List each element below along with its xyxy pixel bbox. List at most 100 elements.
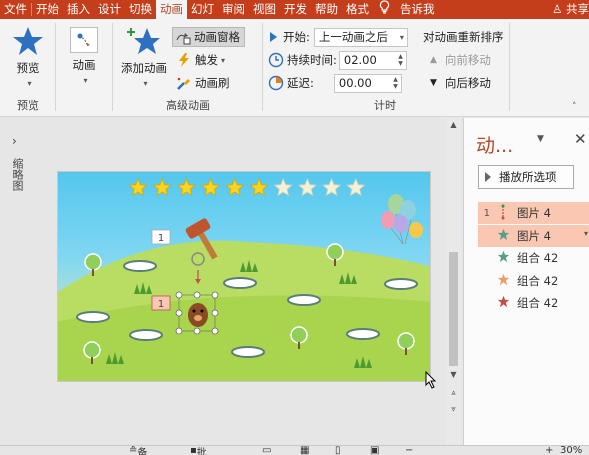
- slide-canvas[interactable]: 1 1: [57, 171, 431, 382]
- animation-order-number: 1: [483, 207, 490, 219]
- star-filled-icon: [176, 177, 196, 197]
- play-selected-button[interactable]: 播放所选项: [478, 165, 574, 189]
- star-rating: [128, 177, 366, 197]
- lightbulb-icon[interactable]: [373, 0, 396, 19]
- comments-button[interactable]: ▪ 批注: [190, 446, 207, 455]
- animation-tag-1[interactable]: 1: [151, 229, 171, 245]
- animation-list-item[interactable]: 组合 42: [478, 270, 589, 292]
- tab-view[interactable]: 视图: [249, 0, 280, 19]
- star-filled-icon: [128, 177, 148, 197]
- move-earlier-button[interactable]: ▲ 向前移动: [430, 50, 491, 70]
- slide-edit-area: 1 1: [37, 118, 445, 445]
- preview-button[interactable]: 预览 ▾: [8, 25, 48, 89]
- animation-list-item[interactable]: 图片 4: [478, 224, 589, 247]
- mole-image: [188, 303, 208, 327]
- notes-button[interactable]: ≙ 备注: [129, 446, 147, 455]
- tab-help[interactable]: 帮助: [311, 0, 342, 19]
- star-filled-icon: [249, 177, 269, 197]
- add-animation-button[interactable]: 添加动画 ▾: [118, 25, 170, 89]
- reading-view-icon[interactable]: ▯: [335, 446, 341, 455]
- play-icon: [270, 32, 277, 42]
- animation-item-label: 组合 42: [517, 296, 559, 310]
- ribbon-tabs: 文件 开始 插入 设计 切换 动画 幻灯 审阅 视图 开发 帮助 格式 告诉我 …: [0, 0, 589, 19]
- tab-insert[interactable]: 插入: [63, 0, 94, 19]
- animation-pane-title: 动...: [476, 135, 514, 157]
- scroll-up-icon[interactable]: ▲: [446, 120, 461, 129]
- tell-me-search[interactable]: 告诉我: [396, 0, 439, 19]
- animation-painter-button[interactable]: 动画刷: [176, 73, 230, 93]
- play-icon: [485, 172, 491, 182]
- zoom-out-icon[interactable]: −: [405, 446, 413, 455]
- zoom-in-icon[interactable]: +: [545, 446, 553, 455]
- star-empty-icon: [322, 177, 342, 197]
- spin-arrows-icon[interactable]: ▲ ▼: [398, 53, 403, 67]
- scroll-down-icon[interactable]: ▼: [446, 370, 461, 379]
- star-filled-icon: [201, 177, 221, 197]
- close-icon[interactable]: ✕: [574, 130, 587, 148]
- normal-view-icon[interactable]: ▭: [262, 446, 271, 455]
- mouse-cursor-icon: [425, 371, 437, 389]
- animation-list-item[interactable]: 组合 42: [478, 292, 589, 314]
- star-filled-icon: [225, 177, 245, 197]
- star-empty-icon: [273, 177, 293, 197]
- delay-clock-icon: [268, 75, 284, 91]
- start-select[interactable]: 上一动画之后 ▾: [313, 27, 408, 47]
- star-filled-icon: [152, 177, 172, 197]
- svg-text:1: 1: [158, 299, 164, 310]
- group-label-timing: 计时: [374, 99, 396, 112]
- scrollbar-thumb[interactable]: [449, 252, 458, 366]
- triangle-down-icon: ▼: [430, 78, 437, 88]
- chevron-down-icon: ▾: [399, 32, 404, 42]
- star-empty-icon: [297, 177, 317, 197]
- tab-animations[interactable]: 动画: [156, 0, 187, 19]
- svg-text:1: 1: [158, 233, 164, 244]
- zoom-level[interactable]: 30%: [560, 446, 582, 455]
- animation-item-label: 图片 4: [517, 228, 551, 243]
- tab-slideshow[interactable]: 幻灯: [187, 0, 218, 19]
- previous-slide-icon[interactable]: ⩓: [446, 388, 461, 398]
- animation-pane-button[interactable]: 动画窗格: [172, 27, 245, 47]
- slide-sorter-icon[interactable]: ▦: [300, 446, 309, 455]
- tab-review[interactable]: 审阅: [218, 0, 249, 19]
- collapse-ribbon-icon[interactable]: ˄: [572, 102, 577, 112]
- star-empty-icon: [346, 177, 366, 197]
- group-label-preview: 预览: [17, 99, 39, 112]
- pane-options-chevron-icon[interactable]: ▼: [537, 134, 544, 144]
- star-icon: [495, 228, 511, 244]
- duration-input[interactable]: 02.00 ▲ ▼: [338, 50, 407, 70]
- tab-transitions[interactable]: 切换: [125, 0, 156, 19]
- divider: [112, 23, 113, 111]
- tab-file[interactable]: 文件: [0, 0, 31, 19]
- delay-row: 延迟: 00.00 ▲ ▼: [268, 73, 402, 93]
- animation-styles-button[interactable]: 动画 ▾: [66, 25, 102, 86]
- thumbnail-label[interactable]: 缩略图: [11, 158, 25, 191]
- tab-format[interactable]: 格式: [342, 0, 373, 19]
- animation-item-label: 组合 42: [517, 251, 559, 265]
- expand-chevron-icon[interactable]: ›: [12, 134, 17, 148]
- next-slide-icon[interactable]: ⩔: [446, 404, 461, 414]
- animation-tag-2[interactable]: 1: [151, 295, 171, 311]
- trigger-button[interactable]: 触发 ▾: [176, 50, 225, 70]
- divider: [55, 23, 56, 111]
- star-preview-icon: [13, 27, 43, 55]
- share-button[interactable]: ♙ 共享: [548, 0, 589, 19]
- animation-list-item[interactable]: 1 图片 4: [478, 202, 589, 224]
- animation-pane-icon: [176, 33, 191, 45]
- slideshow-icon[interactable]: ▣: [370, 446, 379, 455]
- balloons-image: [381, 194, 423, 245]
- item-dropdown-icon[interactable]: ▾: [584, 229, 588, 238]
- motion-path-icon: [495, 204, 511, 223]
- spin-arrows-icon[interactable]: ▲ ▼: [393, 76, 398, 90]
- move-later-button[interactable]: ▼ 向后移动: [430, 73, 491, 93]
- divider: [509, 23, 510, 111]
- tab-design[interactable]: 设计: [94, 0, 125, 19]
- vertical-scrollbar[interactable]: ▲ ▼ ⩓ ⩔: [446, 118, 461, 445]
- star-icon: [495, 250, 511, 266]
- delay-input[interactable]: 00.00 ▲ ▼: [333, 73, 402, 93]
- animation-list-item[interactable]: 组合 42: [478, 247, 589, 269]
- share-label: 共享: [566, 2, 589, 16]
- animation-item-label: 组合 42: [517, 273, 559, 288]
- tab-home[interactable]: 开始: [32, 0, 63, 19]
- chevron-down-icon: ▾: [83, 76, 88, 85]
- tab-developer[interactable]: 开发: [280, 0, 311, 19]
